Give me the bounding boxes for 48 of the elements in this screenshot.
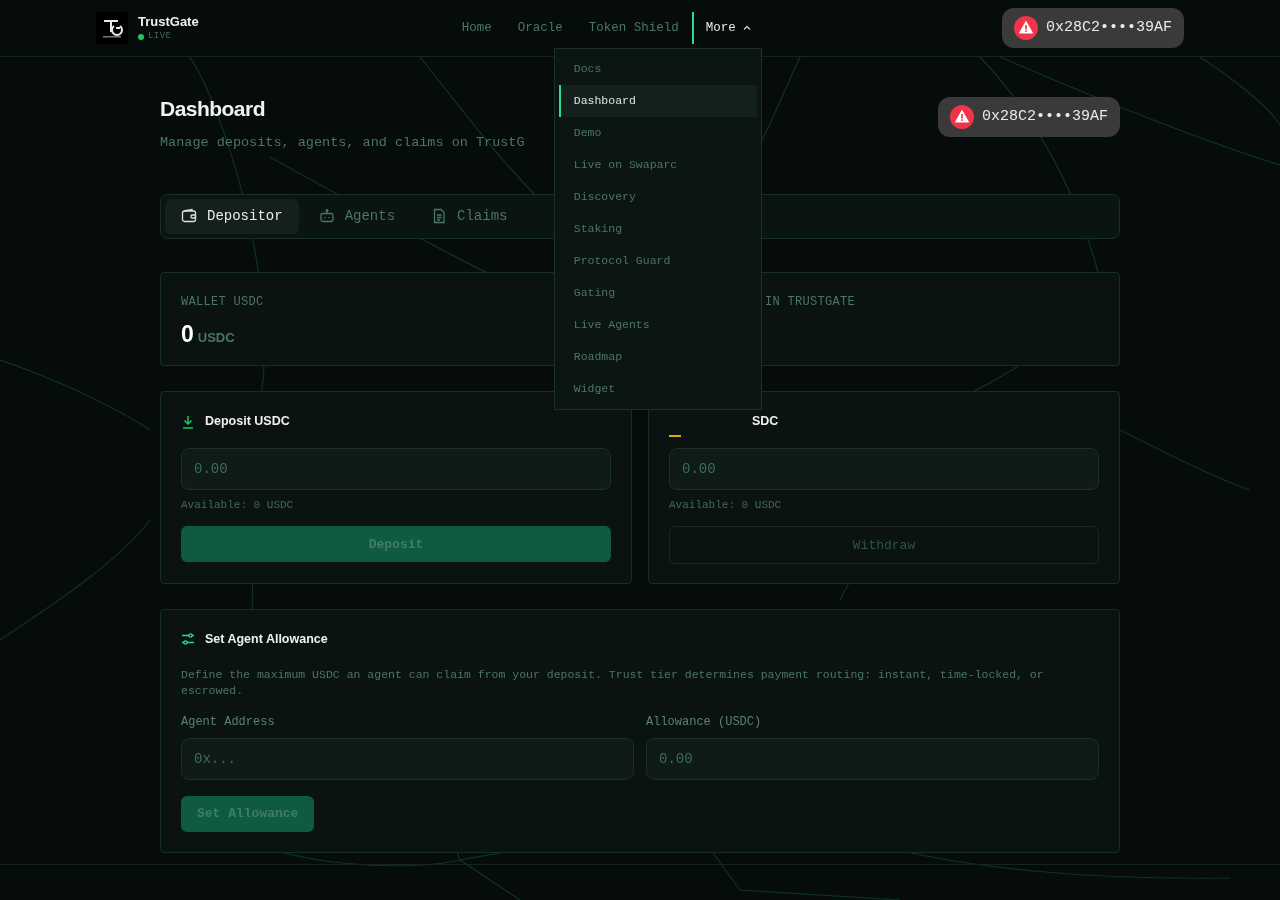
more-menu-button[interactable]: More xyxy=(691,12,764,44)
nav-link[interactable]: Home xyxy=(448,18,505,38)
tab[interactable]: Depositor xyxy=(165,198,299,234)
sliders-icon xyxy=(181,632,195,647)
withdraw-button[interactable]: Withdraw xyxy=(669,526,1099,565)
input-field[interactable]: 0x... xyxy=(181,737,634,780)
input-field[interactable]: 0.00 xyxy=(646,737,1099,780)
card-title: SDC xyxy=(752,413,779,431)
tab[interactable]: Agents xyxy=(302,198,412,234)
menu-item[interactable]: Docs xyxy=(558,53,757,85)
available-hint: Available: 0 USDC xyxy=(181,497,295,513)
card-title: Set Agent Allowance xyxy=(205,630,328,648)
wallet-button[interactable]: 0x28C2••••39AF xyxy=(937,97,1120,137)
nav-link[interactable]: Oracle xyxy=(504,18,576,38)
stat-value: 0 xyxy=(181,319,194,349)
menu-item[interactable]: Roadmap xyxy=(558,341,757,373)
nav-link[interactable]: Token Shield xyxy=(575,18,692,38)
menu-item[interactable]: Live Agents xyxy=(558,309,757,341)
stat-label: WALLET USDC xyxy=(181,293,264,311)
available-hint: Available: 0 USDC xyxy=(669,497,783,513)
page-subtitle: Manage deposits, agents, and claims on TrustG xyxy=(160,133,525,152)
card-title: Deposit USDC xyxy=(205,413,290,431)
stat-unit: USDC xyxy=(197,328,235,347)
menu-item[interactable]: Demo xyxy=(558,117,757,149)
field-label: Agent Address xyxy=(181,713,276,731)
tab[interactable]: Claims xyxy=(415,198,524,234)
logo-icon xyxy=(96,12,128,44)
menu-item[interactable]: Widget xyxy=(558,373,757,405)
amount-field[interactable]: 0.00 xyxy=(669,447,1099,490)
wallet-icon xyxy=(181,208,197,225)
menu-item[interactable]: Staking xyxy=(558,213,757,245)
page-title: Dashboard xyxy=(160,96,266,122)
wallet-button[interactable]: 0x28C2••••39AF xyxy=(1001,8,1184,48)
card-description: Define the maximum USDC an agent can claim from your deposit. Trust tier determines payment routing: instant, time-locked, or escrowed. xyxy=(181,666,1045,699)
menu-item[interactable]: Live on Swaparc xyxy=(558,149,757,181)
download-icon xyxy=(181,414,195,429)
amount-field[interactable]: 0.00 xyxy=(181,447,611,490)
status-label: LIVE xyxy=(148,32,172,41)
chevron-up-icon xyxy=(741,23,752,33)
robot-icon xyxy=(318,208,335,225)
brand-name: TrustGate xyxy=(138,15,199,28)
field-label: Allowance (USDC) xyxy=(646,713,763,731)
document-icon xyxy=(431,208,448,225)
menu-item[interactable]: Protocol Guard xyxy=(558,245,757,277)
menu-item[interactable]: Discovery xyxy=(558,181,757,213)
menu-item[interactable]: Dashboard xyxy=(558,85,757,117)
menu-item[interactable]: Gating xyxy=(558,277,757,309)
stat-label: IN TRUSTGATE xyxy=(765,293,855,311)
